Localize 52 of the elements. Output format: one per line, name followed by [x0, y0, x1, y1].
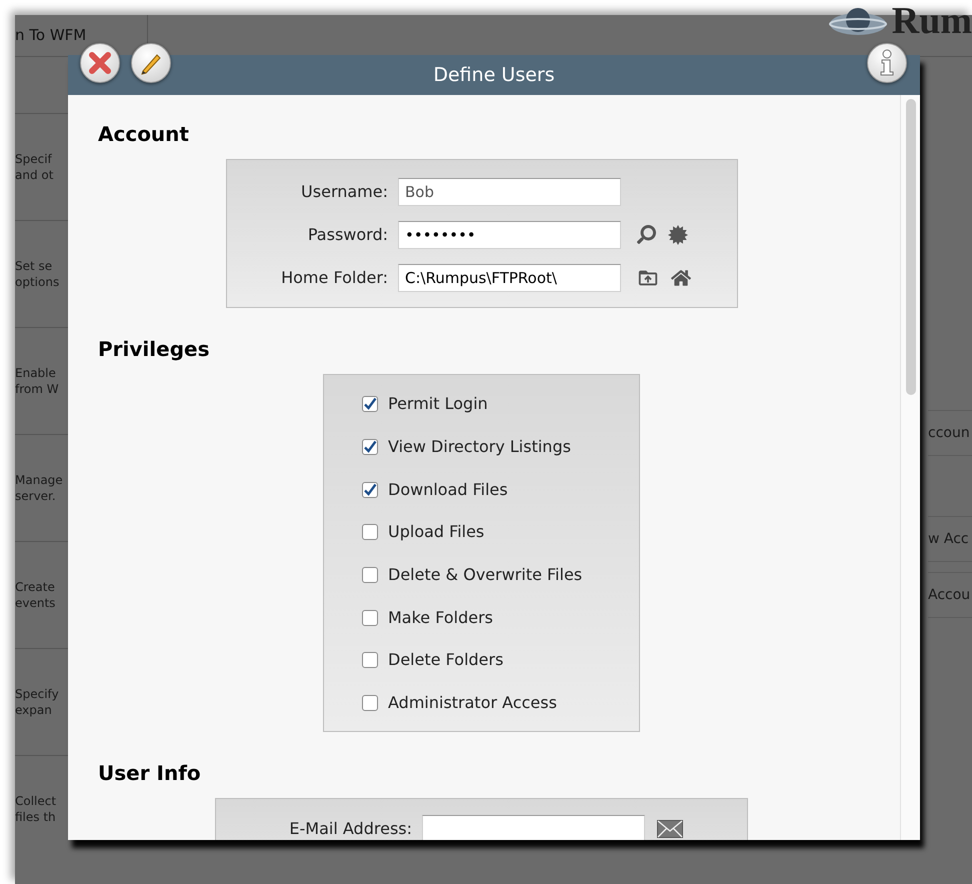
checkbox-label: Administrator Access — [388, 692, 557, 714]
home-icon[interactable] — [671, 268, 691, 288]
checkbox[interactable] — [362, 695, 378, 712]
section-heading: Account — [98, 121, 189, 148]
field-label: Username: — [300, 180, 389, 202]
checkbox-label: Delete & Overwrite Files — [388, 564, 582, 586]
field-label: Home Folder: — [280, 266, 389, 288]
checkbox[interactable] — [362, 567, 378, 584]
checkbox[interactable] — [362, 439, 378, 456]
description-text: expan — [15, 702, 53, 718]
checkbox[interactable] — [362, 610, 378, 626]
section-heading: User Info — [98, 760, 201, 787]
section-heading: Privileges — [98, 336, 210, 363]
description-text: files th — [15, 809, 57, 825]
checkbox-label: Delete Folders — [388, 649, 504, 672]
burst-icon[interactable] — [668, 224, 688, 244]
description-text: Manage — [15, 472, 64, 488]
account-link[interactable]: w Acc — [928, 528, 969, 550]
input-field[interactable]: •••••••• — [398, 220, 621, 248]
description-text: Specify — [15, 686, 60, 702]
dialog-title: Define Users — [433, 62, 555, 88]
scrollbar[interactable] — [900, 95, 920, 840]
input-field[interactable]: C:\Rumpus\FTPRoot\ — [398, 264, 621, 292]
account-link[interactable]: Accou — [928, 584, 970, 606]
checkbox-label: Upload Files — [388, 521, 484, 544]
checkbox-label: Make Folders — [388, 606, 494, 629]
scrollbar-thumb[interactable] — [906, 99, 916, 395]
envelope-icon[interactable] — [657, 820, 683, 838]
description-text: Create — [15, 579, 56, 595]
checkbox-label: Permit Login — [388, 393, 488, 416]
search-icon[interactable] — [637, 225, 656, 244]
field-label: E-Mail Address: — [288, 818, 413, 840]
description-text: events — [15, 595, 56, 611]
description-text: options — [15, 274, 60, 290]
description-text: Specif — [15, 151, 53, 167]
checkbox[interactable] — [362, 652, 378, 668]
description-text: server. — [15, 488, 57, 504]
checkbox[interactable] — [362, 524, 378, 540]
x-icon — [88, 51, 112, 75]
description-text: Enable — [15, 365, 57, 381]
description-text: Set se — [15, 258, 54, 274]
description-text: Collect — [15, 793, 58, 809]
description-text: from W — [15, 381, 60, 397]
field-label: Password: — [306, 224, 389, 246]
checkbox[interactable] — [362, 396, 378, 412]
account-link[interactable]: ccoun — [928, 422, 970, 444]
tab-label[interactable]: n To WFM — [15, 24, 86, 47]
input-field[interactable] — [422, 814, 645, 840]
checkbox-label: View Directory Listings — [388, 436, 571, 458]
checkbox-label: Download Files — [388, 478, 508, 501]
description-text: and ot — [15, 167, 54, 183]
checkbox[interactable] — [362, 482, 378, 498]
